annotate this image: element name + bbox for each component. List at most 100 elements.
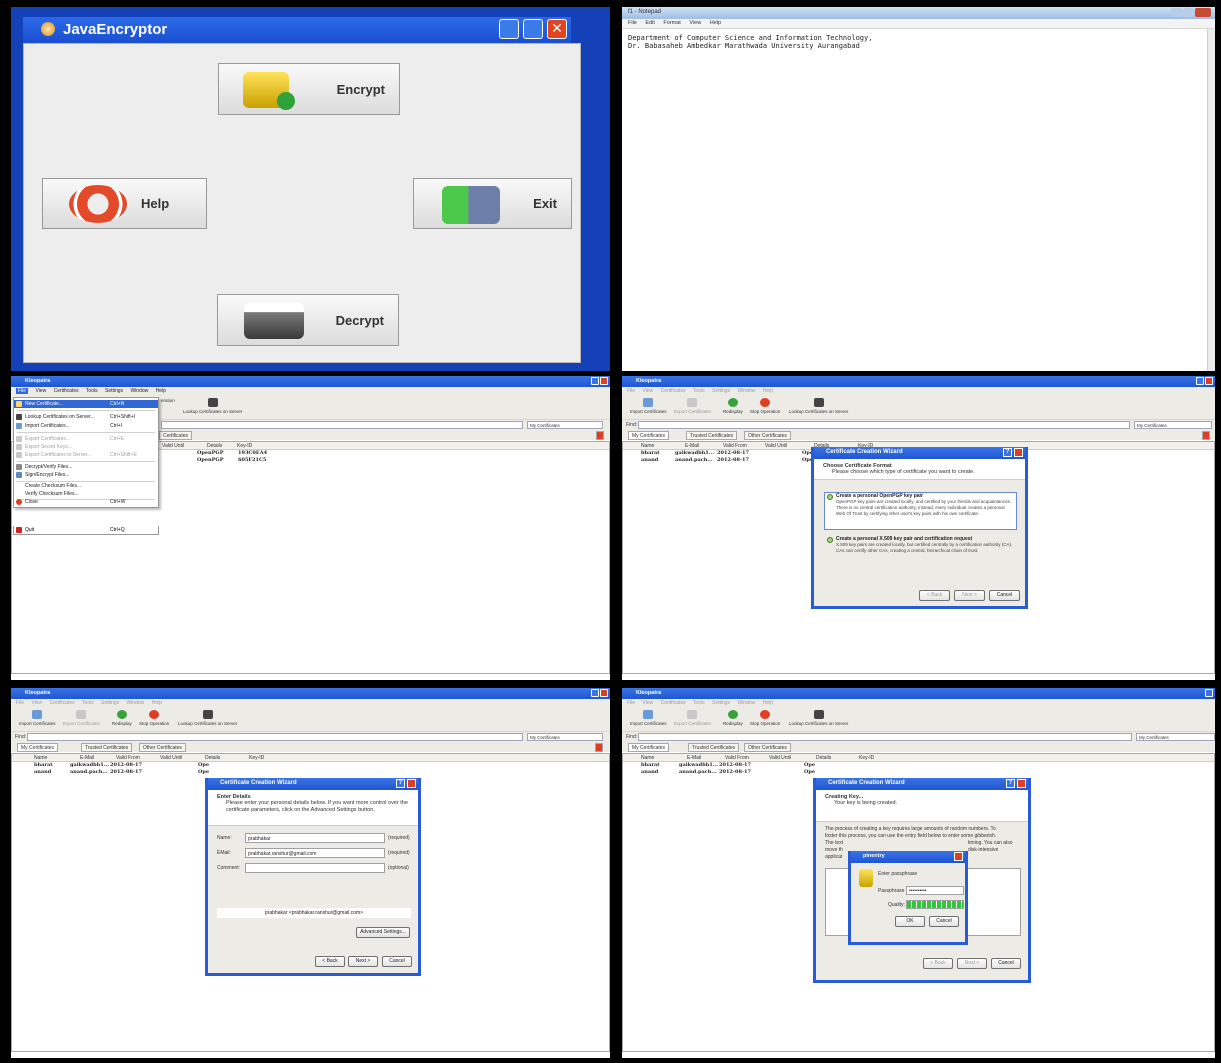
menu-certificates[interactable]: Certificates <box>661 388 686 394</box>
maximize-button[interactable] <box>591 377 599 385</box>
radio-openpgp[interactable] <box>827 494 833 500</box>
close-button[interactable] <box>600 377 608 385</box>
toolbar-stop[interactable]: Stop Operation <box>750 398 780 414</box>
tab-certificates[interactable]: Certificates <box>159 431 193 440</box>
column-key-id[interactable]: Key-ID <box>237 443 252 449</box>
menu-item-quit[interactable]: Quit Ctrl+Q <box>13 526 159 535</box>
close-button[interactable] <box>954 852 963 861</box>
close-button[interactable] <box>1195 8 1211 17</box>
toolbar-lookup[interactable]: Lookup Certificates on Server <box>789 398 848 414</box>
menu-item-export[interactable]: Export Certificates... Ctrl+E <box>14 435 158 443</box>
notepad-text-area[interactable]: Department of Computer Science and Infor… <box>622 29 1215 55</box>
cancel-button[interactable]: Cancel <box>382 956 412 967</box>
column-valid-until[interactable]: Valid Until <box>162 443 184 449</box>
passphrase-field[interactable]: •••••••••• <box>906 886 964 895</box>
search-input[interactable] <box>27 733 523 741</box>
menu-file[interactable]: File <box>627 700 635 706</box>
column-name[interactable]: Name <box>641 755 654 761</box>
toolbar-stop-operation[interactable]: eration <box>161 398 175 403</box>
scope-select[interactable]: My Certificates <box>1136 733 1215 741</box>
close-button[interactable]: ✕ <box>547 19 567 39</box>
menu-view[interactable]: View <box>642 388 653 394</box>
name-field[interactable]: prabhakar <box>245 833 385 843</box>
menu-settings[interactable]: Settings <box>712 388 730 394</box>
menu-item-export-secret-keys[interactable]: Export Secret Keys... <box>14 443 158 451</box>
menu-file[interactable]: File <box>16 700 24 706</box>
close-button[interactable] <box>1017 779 1026 788</box>
column-valid-from[interactable]: Valid From <box>116 755 140 761</box>
menu-tools[interactable]: Tools <box>86 388 98 394</box>
toolbar-import[interactable]: Import Certificates <box>630 710 667 726</box>
menu-settings[interactable]: Settings <box>101 700 119 706</box>
menu-tools[interactable]: Tools <box>82 700 94 706</box>
menu-help[interactable]: Help <box>152 700 162 706</box>
close-button[interactable] <box>1014 448 1023 457</box>
tab-my-certificates[interactable]: My Certificates <box>628 431 670 440</box>
table-row[interactable]: bharat gaikwadbh1... 2012-08-17 Ope <box>623 762 1214 769</box>
decrypt-button[interactable]: Decrypt <box>217 294 399 346</box>
tab-trusted-certificates[interactable]: Trusted Certificates <box>688 743 740 752</box>
tab-other-certificates[interactable]: Other Certificates <box>139 743 186 752</box>
toolbar-lookup[interactable]: Lookup Certificates on Server <box>183 398 242 414</box>
cancel-button[interactable]: Cancel <box>989 590 1020 601</box>
search-input[interactable] <box>638 421 1130 429</box>
menu-certificates[interactable]: Certificates <box>54 388 79 394</box>
column-valid-until[interactable]: Valid Until <box>160 755 182 761</box>
help-button[interactable]: Help <box>42 178 207 229</box>
back-button[interactable]: < Back <box>919 590 950 601</box>
menu-item-decrypt-verify[interactable]: Decrypt/Verify Files... <box>14 463 158 471</box>
table-row[interactable]: anand anand.pach... 2012-08-17 Ope <box>623 769 1214 776</box>
encrypt-button[interactable]: Encrypt <box>218 63 400 115</box>
scope-select[interactable]: My Certificates <box>1134 421 1212 429</box>
toolbar-import[interactable]: Import Certificates <box>19 710 56 726</box>
help-button[interactable]: ? <box>396 779 405 788</box>
menu-view[interactable]: View <box>35 388 46 394</box>
toolbar-redisplay[interactable]: Redisplay <box>723 710 743 726</box>
search-input[interactable] <box>161 421 523 429</box>
exit-button[interactable]: Exit <box>413 178 572 229</box>
tab-my-certificates[interactable]: My Certificates <box>628 743 670 752</box>
maximize-button[interactable] <box>591 689 599 697</box>
column-valid-from[interactable]: Valid From <box>723 443 747 449</box>
menu-certificates[interactable]: Certificates <box>50 700 75 706</box>
column-name[interactable]: Name <box>641 443 654 449</box>
menu-item-import[interactable]: Import Certificates... Ctrl+I <box>14 422 158 430</box>
close-button[interactable] <box>1205 377 1213 385</box>
menu-tools[interactable]: Tools <box>693 700 705 706</box>
menu-item-sign-encrypt[interactable]: Sign/Encrypt Files... <box>14 471 158 479</box>
advanced-settings-button[interactable]: Advanced Settings... <box>356 927 410 938</box>
close-tab-icon[interactable] <box>1202 431 1210 440</box>
help-button[interactable]: ? <box>1006 779 1015 788</box>
close-button[interactable] <box>1205 689 1213 697</box>
tab-trusted-certificates[interactable]: Trusted Certificates <box>81 743 133 752</box>
menu-window[interactable]: Window <box>130 388 148 394</box>
table-row[interactable]: anand anand.pach... 2012-08-17 Ope <box>12 769 609 776</box>
menu-file[interactable]: File <box>627 388 635 394</box>
menu-file[interactable]: File <box>628 20 637 26</box>
back-button[interactable]: < Back <box>923 958 953 969</box>
scope-select[interactable]: My Certificates <box>527 421 603 429</box>
menu-view[interactable]: View <box>31 700 42 706</box>
column-valid-until[interactable]: Valid Until <box>765 443 787 449</box>
menu-help[interactable]: Help <box>156 388 166 394</box>
minimize-button[interactable] <box>499 19 519 39</box>
toolbar-redisplay[interactable]: Redisplay <box>723 398 743 414</box>
menu-tools[interactable]: Tools <box>693 388 705 394</box>
menu-file[interactable]: File <box>16 388 29 394</box>
menu-help[interactable]: Help <box>763 700 773 706</box>
column-valid-from[interactable]: Valid From <box>725 755 749 761</box>
menu-certificates[interactable]: Certificates <box>661 700 686 706</box>
menu-edit[interactable]: Edit <box>645 20 654 26</box>
menu-window[interactable]: Window <box>737 700 755 706</box>
next-button[interactable]: Next > <box>348 956 378 967</box>
search-input[interactable] <box>638 733 1132 741</box>
toolbar-redisplay[interactable]: Redisplay <box>112 710 132 726</box>
table-row[interactable]: bharat gaikwadbh1... 2012-08-17 Ope <box>12 762 609 769</box>
radio-x509[interactable] <box>827 537 833 543</box>
tab-trusted-certificates[interactable]: Trusted Certificates <box>686 431 738 440</box>
menu-view[interactable]: View <box>689 20 701 26</box>
menu-item-close[interactable]: Close Ctrl+W <box>14 499 158 505</box>
tab-other-certificates[interactable]: Other Certificates <box>744 743 791 752</box>
maximize-button[interactable] <box>523 19 543 39</box>
tab-other-certificates[interactable]: Other Certificates <box>744 431 791 440</box>
